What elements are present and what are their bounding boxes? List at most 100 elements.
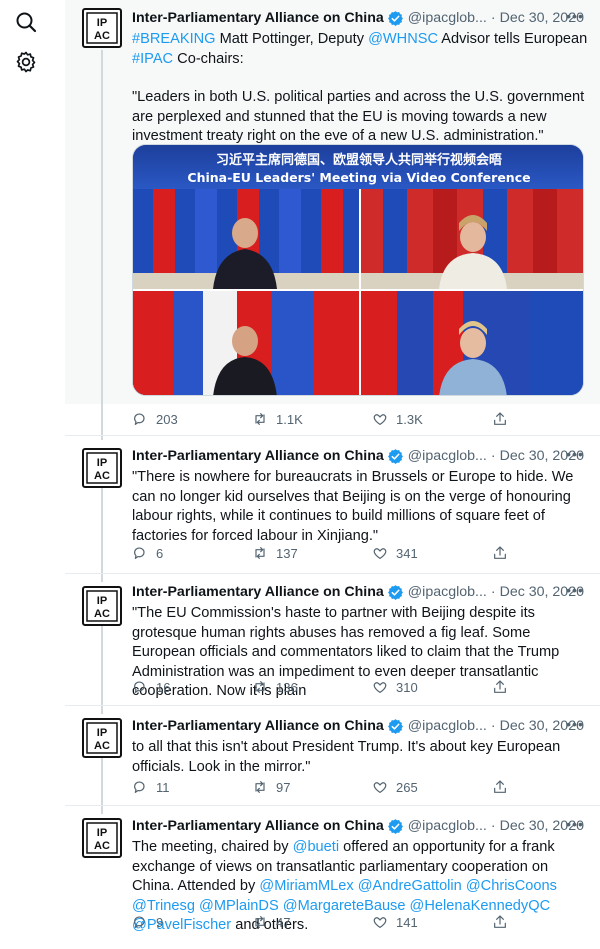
separator: · bbox=[490, 10, 496, 26]
separator: · bbox=[490, 818, 496, 834]
separator: · bbox=[490, 448, 496, 464]
video-panel-bottom-left bbox=[133, 291, 359, 395]
retweet-icon bbox=[255, 413, 265, 425]
reply-icon bbox=[134, 781, 145, 793]
reply-icon bbox=[134, 547, 145, 559]
heart-icon bbox=[373, 682, 387, 693]
reply-count: 203 bbox=[156, 411, 178, 427]
retweet-icon bbox=[255, 781, 265, 793]
reply-count: 11 bbox=[156, 779, 170, 795]
mention-link[interactable]: @bueti bbox=[293, 839, 339, 855]
retweet-count: 1.1K bbox=[276, 411, 303, 427]
author-name[interactable]: Inter-Parliamentary Alliance on China bbox=[132, 718, 384, 734]
avatar[interactable]: IP AC bbox=[82, 8, 122, 48]
svg-text:AC: AC bbox=[94, 470, 110, 482]
more-options-icon[interactable]: ••• bbox=[564, 816, 586, 836]
mention-link[interactable]: @WHNSC bbox=[368, 31, 438, 47]
mention-link[interactable]: @AndreGattolin bbox=[358, 878, 462, 894]
share-button[interactable] bbox=[492, 545, 532, 561]
tweet-thread: IP AC Inter-Parliamentary Alliance on Ch… bbox=[65, 0, 600, 949]
svg-text:IP: IP bbox=[97, 595, 107, 607]
tweet-actions: 9 47 141 bbox=[132, 914, 532, 930]
avatar[interactable]: IP AC bbox=[82, 586, 122, 626]
tweet[interactable]: IP AC Inter-Parliamentary Alliance on Ch… bbox=[65, 576, 600, 706]
author-handle[interactable]: @ipacglob... bbox=[408, 718, 487, 734]
like-button[interactable]: 310 bbox=[372, 679, 492, 695]
text-span: Advisor tells European bbox=[438, 31, 588, 47]
reply-button[interactable]: 16 bbox=[132, 679, 252, 695]
retweet-button[interactable]: 47 bbox=[252, 914, 372, 930]
avatar[interactable]: IP AC bbox=[82, 818, 122, 858]
reply-button[interactable]: 11 bbox=[132, 779, 252, 795]
reply-count: 16 bbox=[156, 679, 171, 695]
separator: · bbox=[490, 718, 496, 734]
hashtag-link[interactable]: #BREAKING bbox=[132, 31, 216, 47]
share-button[interactable] bbox=[492, 914, 532, 930]
mention-link[interactable]: @HelenaKennedyQC bbox=[410, 898, 551, 914]
retweet-icon bbox=[255, 547, 265, 559]
share-button[interactable] bbox=[492, 411, 532, 427]
search-icon[interactable] bbox=[14, 10, 38, 34]
hashtag-link[interactable]: #IPAC bbox=[132, 51, 173, 67]
reply-button[interactable]: 203 bbox=[132, 411, 252, 427]
reply-button[interactable]: 6 bbox=[132, 545, 252, 561]
retweet-count: 137 bbox=[276, 545, 298, 561]
avatar[interactable]: IP AC bbox=[82, 718, 122, 758]
retweet-button[interactable]: 97 bbox=[252, 779, 372, 795]
tweet-actions: 6 137 341 bbox=[132, 545, 532, 561]
tweet[interactable]: IP AC Inter-Parliamentary Alliance on Ch… bbox=[65, 808, 600, 949]
retweet-count: 97 bbox=[276, 779, 291, 795]
settings-gear-icon[interactable] bbox=[14, 50, 38, 74]
more-options-icon[interactable]: ••• bbox=[564, 446, 586, 466]
share-button[interactable] bbox=[492, 679, 532, 695]
mention-link[interactable]: @Trinesg bbox=[132, 898, 195, 914]
retweet-icon bbox=[255, 681, 265, 693]
author-name[interactable]: Inter-Parliamentary Alliance on China bbox=[132, 818, 384, 834]
retweet-button[interactable]: 136 bbox=[252, 679, 372, 695]
avatar[interactable]: IP AC bbox=[82, 448, 122, 488]
more-options-icon[interactable]: ••• bbox=[564, 582, 586, 602]
more-options-icon[interactable]: ••• bbox=[564, 716, 586, 736]
ipac-logo: IP AC bbox=[86, 12, 118, 44]
like-button[interactable]: 265 bbox=[372, 779, 492, 795]
mention-link[interactable]: @MargareteBause bbox=[283, 898, 406, 914]
text-span: The meeting, chaired by bbox=[132, 839, 293, 855]
retweet-button[interactable]: 137 bbox=[252, 545, 372, 561]
mention-link[interactable]: @MiriamMLex bbox=[259, 878, 353, 894]
author-name[interactable]: Inter-Parliamentary Alliance on China bbox=[132, 584, 384, 600]
media-caption-en: China-EU Leaders' Meeting via Video Conf… bbox=[187, 170, 530, 185]
verified-badge-icon bbox=[387, 718, 404, 735]
like-button[interactable]: 341 bbox=[372, 545, 492, 561]
separator: · bbox=[490, 584, 496, 600]
mention-link[interactable]: @ChrisCoons bbox=[466, 878, 557, 894]
author-name[interactable]: Inter-Parliamentary Alliance on China bbox=[132, 448, 384, 464]
tweet-body: Inter-Parliamentary Alliance on China @i… bbox=[132, 446, 588, 546]
share-button[interactable] bbox=[492, 779, 532, 795]
ipac-logo: IP AC bbox=[86, 452, 118, 484]
like-count: 341 bbox=[396, 545, 418, 561]
more-options-icon[interactable]: ••• bbox=[564, 8, 586, 28]
tweet[interactable]: IP AC Inter-Parliamentary Alliance on Ch… bbox=[65, 0, 600, 436]
author-name[interactable]: Inter-Parliamentary Alliance on China bbox=[132, 10, 384, 26]
author-handle[interactable]: @ipacglob... bbox=[408, 818, 487, 834]
author-handle[interactable]: @ipacglob... bbox=[408, 584, 487, 600]
heart-icon bbox=[373, 782, 387, 793]
tweet-header: Inter-Parliamentary Alliance on China @i… bbox=[132, 8, 588, 28]
heart-icon bbox=[373, 414, 387, 425]
tweet[interactable]: IP AC Inter-Parliamentary Alliance on Ch… bbox=[65, 708, 600, 806]
tweet-actions: 11 97 265 bbox=[132, 779, 532, 795]
like-count: 141 bbox=[396, 914, 418, 930]
author-handle[interactable]: @ipacglob... bbox=[408, 448, 487, 464]
verified-badge-icon bbox=[387, 584, 404, 601]
like-button[interactable]: 141 bbox=[372, 914, 492, 930]
tweet[interactable]: IP AC Inter-Parliamentary Alliance on Ch… bbox=[65, 438, 600, 574]
retweet-button[interactable]: 1.1K bbox=[252, 411, 372, 427]
like-button[interactable]: 1.3K bbox=[372, 411, 492, 427]
retweet-icon bbox=[255, 916, 265, 928]
tweet-media-image[interactable]: 习近平主席同德国、欧盟领导人共同举行视频会晤 China-EU Leaders'… bbox=[132, 144, 584, 396]
mention-link[interactable]: @MPlainDS bbox=[199, 898, 279, 914]
reply-button[interactable]: 9 bbox=[132, 914, 252, 930]
like-count: 310 bbox=[396, 679, 418, 695]
tweet-header: Inter-Parliamentary Alliance on China @i… bbox=[132, 816, 588, 836]
author-handle[interactable]: @ipacglob... bbox=[408, 10, 487, 26]
